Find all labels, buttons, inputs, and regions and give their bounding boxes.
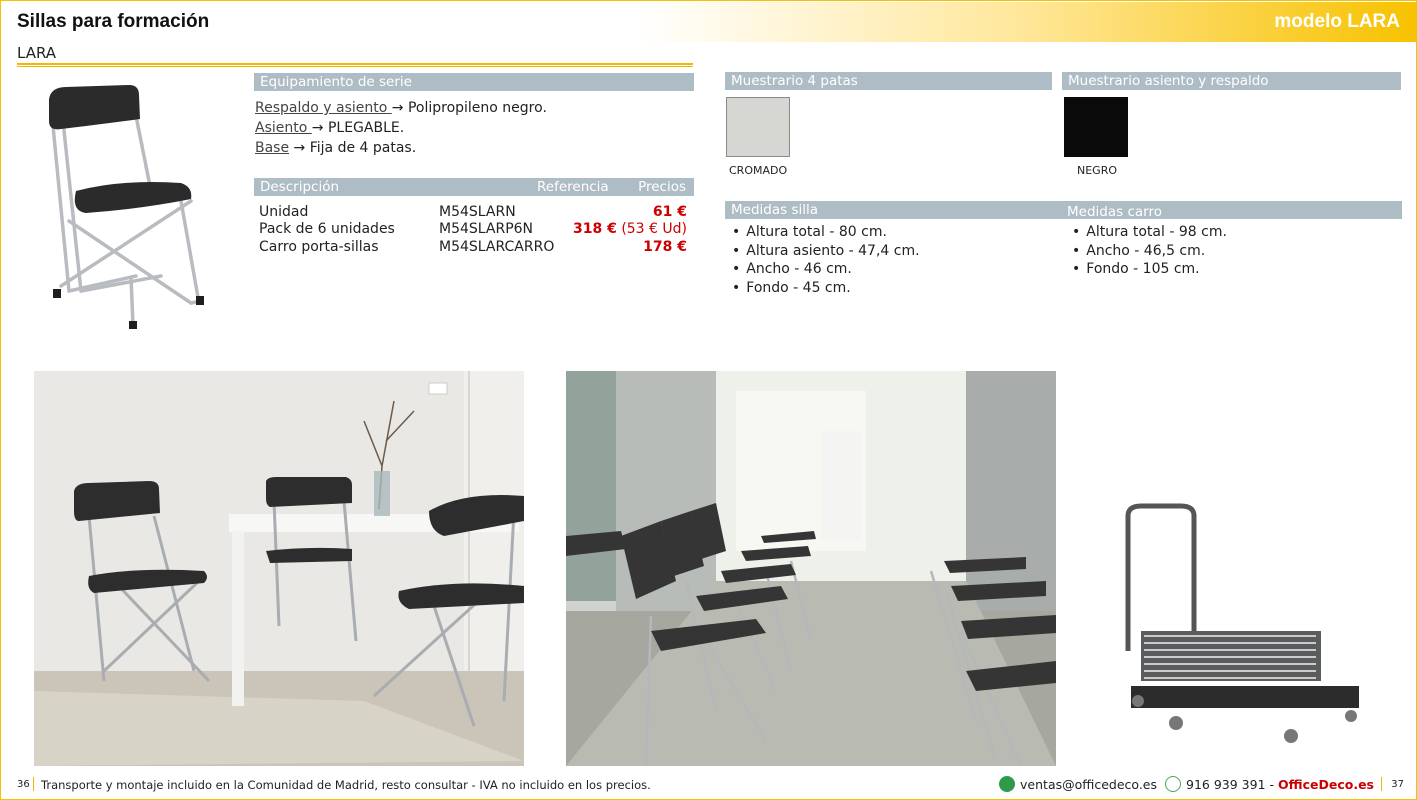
swatch-negro[interactable] bbox=[1064, 97, 1128, 157]
swatch-label: NEGRO bbox=[1077, 164, 1118, 177]
equipment-heading: Equipamiento de serie bbox=[254, 73, 694, 91]
separator: - bbox=[1265, 776, 1279, 792]
swatch-label: CROMADO bbox=[729, 164, 788, 177]
email-link[interactable]: ventas@officedeco.es bbox=[1020, 777, 1157, 792]
equipment-item: Base → Fija de 4 patas. bbox=[255, 140, 417, 156]
equipment-item-label[interactable]: Respaldo y asiento bbox=[255, 100, 392, 116]
price: 61 € bbox=[652, 204, 687, 220]
arrow-icon: → bbox=[311, 120, 324, 136]
list-item: Fondo - 105 cm. bbox=[1072, 260, 1227, 279]
legs-swatch-heading: Muestrario 4 patas bbox=[725, 72, 1052, 90]
room-photo-table bbox=[34, 371, 524, 766]
footer-contact: ventas@officedeco.es 916 939 391 - Offic… bbox=[999, 776, 1374, 792]
product-subtitle: LARA bbox=[17, 44, 57, 62]
seat-swatch-heading: Muestrario asiento y respaldo bbox=[1062, 72, 1401, 90]
room-photo-rows bbox=[566, 371, 1056, 766]
divider bbox=[17, 63, 693, 65]
list-item: Altura asiento - 47,4 cm. bbox=[732, 242, 919, 261]
equipment-item: Respaldo y asiento → Polipropileno negro… bbox=[255, 100, 547, 116]
model-name: modelo LARA bbox=[1274, 11, 1400, 32]
chair-measures-heading: Medidas silla bbox=[731, 202, 818, 218]
table-row: Pack de 6 unidades M54SLARP6N 318 € (53 … bbox=[259, 221, 687, 237]
swatch-cromado[interactable] bbox=[726, 97, 790, 157]
column-header-description: Descripción bbox=[260, 179, 340, 195]
page-number: 36 bbox=[17, 779, 30, 790]
footer-notice: Transporte y montaje incluido en la Comu… bbox=[41, 778, 651, 792]
measures-heading: Medidas silla Medidas carro bbox=[725, 201, 1402, 220]
list-item: Ancho - 46,5 cm. bbox=[1072, 242, 1227, 261]
brand-link[interactable]: OfficeDeco.es bbox=[1278, 777, 1374, 792]
catalog-page: Sillas para formación modelo LARA LARA E… bbox=[0, 0, 1417, 800]
equipment-item-label[interactable]: Asiento bbox=[255, 120, 312, 136]
price: 318 € bbox=[573, 221, 617, 237]
list-item: Altura total - 98 cm. bbox=[1072, 223, 1227, 242]
arrow-icon: → bbox=[391, 100, 404, 116]
divider bbox=[1381, 777, 1382, 791]
phone-number[interactable]: 916 939 391 bbox=[1186, 777, 1266, 792]
table-row: Carro porta-sillas M54SLARCARRO 178 € bbox=[259, 239, 687, 255]
price: 178 € bbox=[643, 239, 687, 255]
chair-product-image bbox=[49, 85, 204, 329]
divider bbox=[33, 777, 34, 791]
email-icon bbox=[999, 776, 1016, 792]
phone-icon bbox=[1165, 776, 1182, 792]
table-row: Unidad M54SLARN 61 € bbox=[259, 204, 687, 220]
page-number: 37 bbox=[1391, 779, 1404, 790]
equipment-item: Asiento → PLEGABLE. bbox=[255, 120, 405, 136]
chair-measures-list: Altura total - 80 cm. Altura asiento - 4… bbox=[732, 223, 920, 298]
cart-product-image bbox=[1125, 503, 1359, 743]
list-item: Fondo - 45 cm. bbox=[732, 279, 920, 298]
unit-price: (53 € Ud) bbox=[621, 221, 687, 237]
cart-measures-list: Altura total - 98 cm. Ancho - 46,5 cm. F… bbox=[1072, 223, 1227, 279]
list-item: Altura total - 80 cm. bbox=[732, 223, 920, 242]
price-table-header: Descripción Referencia Precios bbox=[254, 178, 694, 196]
arrow-icon: → bbox=[293, 140, 306, 156]
list-item: Ancho - 46 cm. bbox=[732, 260, 920, 279]
divider bbox=[17, 66, 693, 67]
column-header-prices: Precios bbox=[638, 179, 686, 195]
header-band: Sillas para formación modelo LARA bbox=[2, 2, 1416, 42]
column-header-reference: Referencia bbox=[537, 179, 609, 195]
page-title: Sillas para formación bbox=[17, 11, 210, 32]
equipment-item-label[interactable]: Base bbox=[255, 140, 289, 156]
cart-measures-heading: Medidas carro bbox=[1067, 204, 1162, 220]
